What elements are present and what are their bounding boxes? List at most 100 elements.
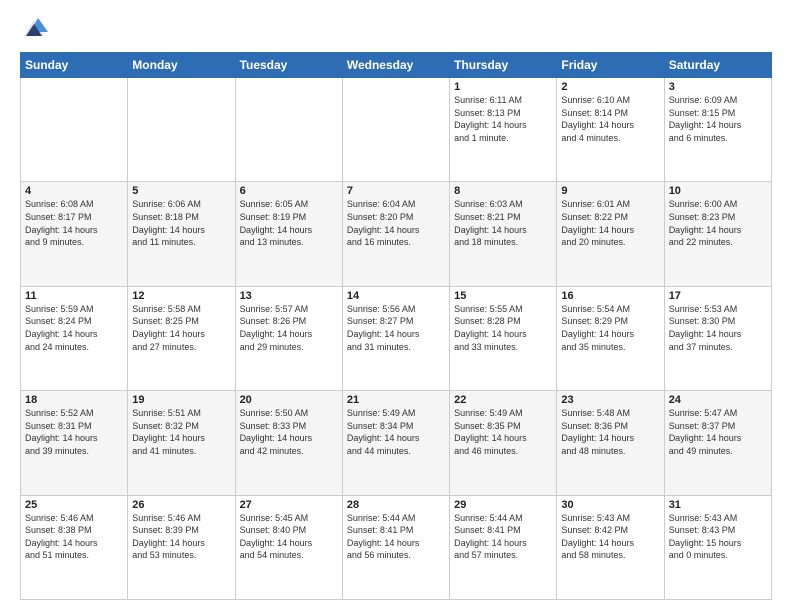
day-info: Sunrise: 5:43 AMSunset: 8:42 PMDaylight:… [561, 512, 659, 562]
day-number: 31 [669, 499, 767, 511]
week-row-4: 25Sunrise: 5:46 AMSunset: 8:38 PMDayligh… [21, 495, 772, 599]
day-number: 2 [561, 81, 659, 93]
day-info: Sunrise: 5:58 AMSunset: 8:25 PMDaylight:… [132, 303, 230, 353]
calendar-header-row: SundayMondayTuesdayWednesdayThursdayFrid… [21, 53, 772, 78]
header-day-saturday: Saturday [664, 53, 771, 78]
day-number: 4 [25, 185, 123, 197]
day-number: 26 [132, 499, 230, 511]
day-info: Sunrise: 5:44 AMSunset: 8:41 PMDaylight:… [454, 512, 552, 562]
day-info: Sunrise: 6:04 AMSunset: 8:20 PMDaylight:… [347, 198, 445, 248]
day-number: 21 [347, 394, 445, 406]
page: SundayMondayTuesdayWednesdayThursdayFrid… [0, 0, 792, 612]
day-info: Sunrise: 5:55 AMSunset: 8:28 PMDaylight:… [454, 303, 552, 353]
day-info: Sunrise: 6:05 AMSunset: 8:19 PMDaylight:… [240, 198, 338, 248]
header-day-sunday: Sunday [21, 53, 128, 78]
calendar-cell: 14Sunrise: 5:56 AMSunset: 8:27 PMDayligh… [342, 286, 449, 390]
day-info: Sunrise: 6:09 AMSunset: 8:15 PMDaylight:… [669, 94, 767, 144]
day-number: 10 [669, 185, 767, 197]
day-info: Sunrise: 5:46 AMSunset: 8:38 PMDaylight:… [25, 512, 123, 562]
day-info: Sunrise: 5:52 AMSunset: 8:31 PMDaylight:… [25, 407, 123, 457]
day-info: Sunrise: 5:51 AMSunset: 8:32 PMDaylight:… [132, 407, 230, 457]
calendar-cell: 3Sunrise: 6:09 AMSunset: 8:15 PMDaylight… [664, 78, 771, 182]
day-number: 6 [240, 185, 338, 197]
calendar-cell [235, 78, 342, 182]
calendar-table: SundayMondayTuesdayWednesdayThursdayFrid… [20, 52, 772, 600]
header-day-tuesday: Tuesday [235, 53, 342, 78]
calendar-cell: 30Sunrise: 5:43 AMSunset: 8:42 PMDayligh… [557, 495, 664, 599]
day-number: 28 [347, 499, 445, 511]
day-number: 11 [25, 290, 123, 302]
calendar-cell: 29Sunrise: 5:44 AMSunset: 8:41 PMDayligh… [450, 495, 557, 599]
day-info: Sunrise: 5:43 AMSunset: 8:43 PMDaylight:… [669, 512, 767, 562]
day-info: Sunrise: 6:06 AMSunset: 8:18 PMDaylight:… [132, 198, 230, 248]
header-day-monday: Monday [128, 53, 235, 78]
week-row-1: 4Sunrise: 6:08 AMSunset: 8:17 PMDaylight… [21, 182, 772, 286]
day-number: 27 [240, 499, 338, 511]
calendar-cell: 7Sunrise: 6:04 AMSunset: 8:20 PMDaylight… [342, 182, 449, 286]
day-number: 3 [669, 81, 767, 93]
day-number: 22 [454, 394, 552, 406]
day-info: Sunrise: 5:49 AMSunset: 8:35 PMDaylight:… [454, 407, 552, 457]
calendar-cell: 16Sunrise: 5:54 AMSunset: 8:29 PMDayligh… [557, 286, 664, 390]
calendar-cell: 26Sunrise: 5:46 AMSunset: 8:39 PMDayligh… [128, 495, 235, 599]
calendar-cell: 13Sunrise: 5:57 AMSunset: 8:26 PMDayligh… [235, 286, 342, 390]
week-row-3: 18Sunrise: 5:52 AMSunset: 8:31 PMDayligh… [21, 391, 772, 495]
calendar-cell: 27Sunrise: 5:45 AMSunset: 8:40 PMDayligh… [235, 495, 342, 599]
day-number: 5 [132, 185, 230, 197]
day-info: Sunrise: 5:44 AMSunset: 8:41 PMDaylight:… [347, 512, 445, 562]
calendar-cell: 12Sunrise: 5:58 AMSunset: 8:25 PMDayligh… [128, 286, 235, 390]
day-number: 16 [561, 290, 659, 302]
header [20, 16, 772, 44]
day-info: Sunrise: 6:08 AMSunset: 8:17 PMDaylight:… [25, 198, 123, 248]
day-info: Sunrise: 5:57 AMSunset: 8:26 PMDaylight:… [240, 303, 338, 353]
day-info: Sunrise: 6:10 AMSunset: 8:14 PMDaylight:… [561, 94, 659, 144]
day-number: 1 [454, 81, 552, 93]
day-number: 9 [561, 185, 659, 197]
calendar-cell [342, 78, 449, 182]
calendar-cell: 20Sunrise: 5:50 AMSunset: 8:33 PMDayligh… [235, 391, 342, 495]
day-number: 25 [25, 499, 123, 511]
day-info: Sunrise: 6:11 AMSunset: 8:13 PMDaylight:… [454, 94, 552, 144]
calendar-cell: 31Sunrise: 5:43 AMSunset: 8:43 PMDayligh… [664, 495, 771, 599]
day-info: Sunrise: 6:03 AMSunset: 8:21 PMDaylight:… [454, 198, 552, 248]
day-info: Sunrise: 6:01 AMSunset: 8:22 PMDaylight:… [561, 198, 659, 248]
day-number: 23 [561, 394, 659, 406]
week-row-2: 11Sunrise: 5:59 AMSunset: 8:24 PMDayligh… [21, 286, 772, 390]
header-day-friday: Friday [557, 53, 664, 78]
calendar-cell [21, 78, 128, 182]
calendar-cell: 17Sunrise: 5:53 AMSunset: 8:30 PMDayligh… [664, 286, 771, 390]
day-number: 20 [240, 394, 338, 406]
week-row-0: 1Sunrise: 6:11 AMSunset: 8:13 PMDaylight… [21, 78, 772, 182]
day-info: Sunrise: 5:45 AMSunset: 8:40 PMDaylight:… [240, 512, 338, 562]
header-day-thursday: Thursday [450, 53, 557, 78]
calendar-cell: 21Sunrise: 5:49 AMSunset: 8:34 PMDayligh… [342, 391, 449, 495]
calendar-cell: 5Sunrise: 6:06 AMSunset: 8:18 PMDaylight… [128, 182, 235, 286]
calendar-cell: 28Sunrise: 5:44 AMSunset: 8:41 PMDayligh… [342, 495, 449, 599]
day-info: Sunrise: 5:48 AMSunset: 8:36 PMDaylight:… [561, 407, 659, 457]
day-number: 14 [347, 290, 445, 302]
calendar-cell: 18Sunrise: 5:52 AMSunset: 8:31 PMDayligh… [21, 391, 128, 495]
calendar-cell: 15Sunrise: 5:55 AMSunset: 8:28 PMDayligh… [450, 286, 557, 390]
calendar-cell: 4Sunrise: 6:08 AMSunset: 8:17 PMDaylight… [21, 182, 128, 286]
calendar-cell: 23Sunrise: 5:48 AMSunset: 8:36 PMDayligh… [557, 391, 664, 495]
day-number: 13 [240, 290, 338, 302]
day-number: 12 [132, 290, 230, 302]
calendar-cell: 11Sunrise: 5:59 AMSunset: 8:24 PMDayligh… [21, 286, 128, 390]
day-number: 30 [561, 499, 659, 511]
day-number: 18 [25, 394, 123, 406]
day-number: 7 [347, 185, 445, 197]
calendar-cell: 25Sunrise: 5:46 AMSunset: 8:38 PMDayligh… [21, 495, 128, 599]
logo-icon [20, 16, 48, 44]
day-info: Sunrise: 5:53 AMSunset: 8:30 PMDaylight:… [669, 303, 767, 353]
calendar-cell: 8Sunrise: 6:03 AMSunset: 8:21 PMDaylight… [450, 182, 557, 286]
day-info: Sunrise: 5:56 AMSunset: 8:27 PMDaylight:… [347, 303, 445, 353]
calendar-cell: 2Sunrise: 6:10 AMSunset: 8:14 PMDaylight… [557, 78, 664, 182]
logo [20, 16, 50, 44]
day-info: Sunrise: 5:47 AMSunset: 8:37 PMDaylight:… [669, 407, 767, 457]
day-number: 29 [454, 499, 552, 511]
day-number: 8 [454, 185, 552, 197]
day-info: Sunrise: 6:00 AMSunset: 8:23 PMDaylight:… [669, 198, 767, 248]
day-info: Sunrise: 5:54 AMSunset: 8:29 PMDaylight:… [561, 303, 659, 353]
calendar-cell: 9Sunrise: 6:01 AMSunset: 8:22 PMDaylight… [557, 182, 664, 286]
calendar-cell: 10Sunrise: 6:00 AMSunset: 8:23 PMDayligh… [664, 182, 771, 286]
